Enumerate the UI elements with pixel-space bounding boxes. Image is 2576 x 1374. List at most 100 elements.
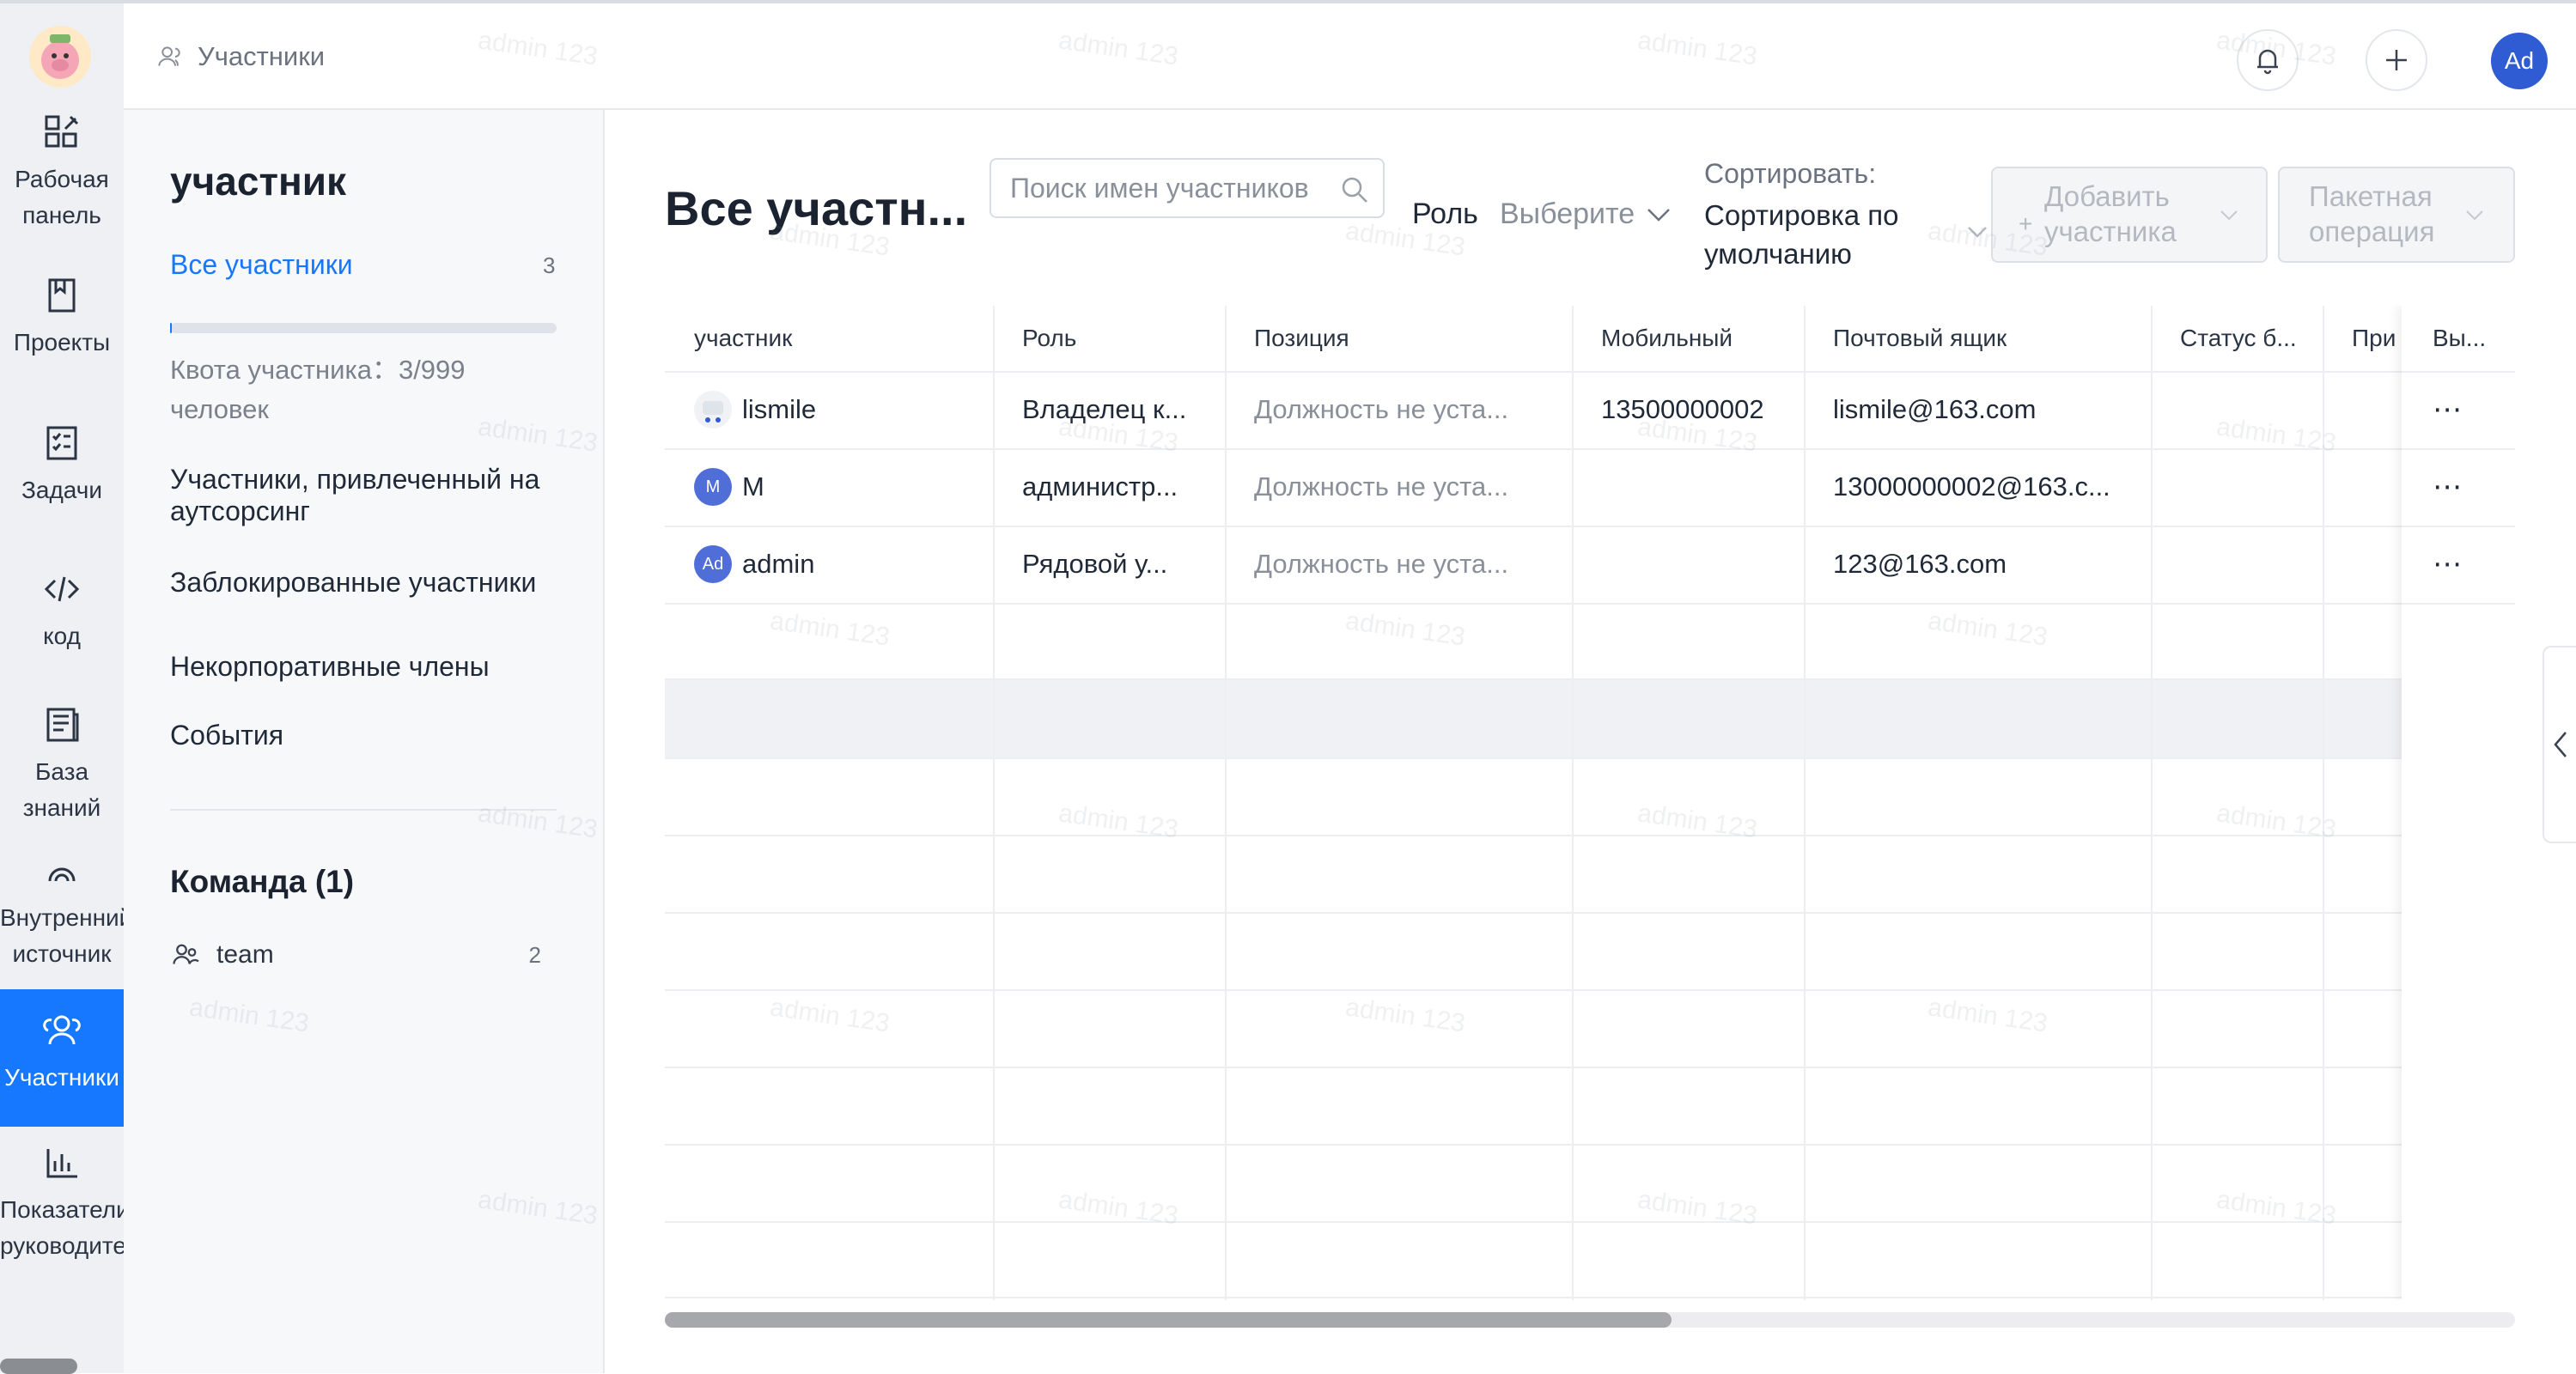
rail-item-dashboard[interactable]: Рабочая панель [0, 112, 124, 234]
column-header-role[interactable]: Роль [993, 306, 1225, 371]
team-name: team [216, 940, 274, 969]
divider [170, 809, 557, 811]
column-header-joined[interactable]: При [2323, 306, 2402, 371]
email-cell: 13000000002@163.c... [1833, 471, 2110, 502]
role-select[interactable]: Выберите [1500, 198, 1671, 231]
mobile-cell: 13500000002 [1601, 394, 1764, 424]
role-cell: Рядовой у... [1022, 549, 1168, 579]
all-members-link[interactable]: Все участники [170, 249, 353, 281]
mobile-cell [1601, 448, 1799, 526]
bell-icon [2257, 49, 2278, 75]
column-divider [993, 306, 995, 1300]
create-button[interactable] [2366, 29, 2427, 91]
robot-avatar-icon [694, 391, 732, 429]
sort-select[interactable]: Сортировка по умолчанию [1704, 196, 1979, 273]
column-header-email[interactable]: Почтовый ящик [1804, 306, 2151, 371]
batch-operation-label: Пакетная операция [2309, 180, 2435, 247]
more-actions-icon[interactable]: ⋯ [2433, 448, 2501, 526]
panel-title: участник [170, 159, 347, 204]
column-divider [2151, 306, 2153, 1300]
rail-item-projects[interactable]: Проекты [0, 275, 124, 361]
member-name: lismile [742, 394, 817, 424]
row-divider [665, 835, 2515, 836]
search-placeholder: Поиск имен участников [1010, 172, 1309, 204]
outsourced-members-link[interactable]: Участники, привлеченный на аутсорсинг [170, 464, 565, 527]
member-cell[interactable]: Ad admin [694, 526, 986, 603]
email-cell: 123@163.com [1833, 549, 2007, 579]
role-select-value: Выберите [1500, 198, 1635, 230]
rail-scrollbar[interactable] [0, 1359, 77, 1374]
page-title: Все участн... [665, 181, 968, 235]
rail-item-code[interactable]: код [0, 568, 124, 654]
row-divider [665, 603, 2515, 605]
user-avatar[interactable]: Ad [2491, 33, 2548, 89]
search-icon [1342, 177, 1367, 203]
row-divider [665, 1297, 2515, 1298]
chevron-down-icon [2220, 210, 2238, 221]
row-divider [665, 757, 2515, 759]
fixed-actions-column: Вы... ⋯ ⋯ ⋯ [2402, 306, 2515, 1300]
rail-item-label: Задачи [21, 477, 102, 503]
inner-source-icon [48, 867, 76, 882]
collapse-panel-toggle[interactable] [2543, 646, 2576, 843]
quota-text: Квота участника：3/999 человек [170, 355, 466, 424]
team-icon [173, 944, 199, 965]
breadcrumb: Участники [155, 38, 325, 76]
team-item[interactable]: team 2 [170, 936, 557, 974]
rail-item-label: Внутренний источник [0, 904, 124, 967]
all-members-count: 3 [543, 252, 556, 278]
plus-icon: + [2019, 210, 2033, 237]
add-member-button[interactable]: + Добавить участника [1991, 167, 2268, 263]
dashboard-icon [45, 115, 79, 148]
member-cell[interactable]: M M [694, 448, 986, 526]
position-cell: Должность не уста... [1254, 394, 1509, 424]
column-divider [1804, 306, 1806, 1300]
chevron-down-icon [1647, 208, 1671, 222]
row-divider [665, 912, 2515, 914]
rail-item-label: Участники [4, 1064, 119, 1091]
rail-item-label: Проекты [13, 329, 111, 356]
rail-item-inner-source[interactable]: Внутренний источник [0, 850, 124, 972]
non-corporate-members-link[interactable]: Некорпоративные члены [170, 651, 565, 683]
column-header-member[interactable]: участник [665, 306, 993, 371]
rail-item-metrics[interactable]: Показатели руководителя [0, 1142, 124, 1264]
app-logo[interactable] [29, 26, 91, 88]
row-divider [665, 989, 2515, 991]
rail-item-label: Показатели руководителя [0, 1196, 124, 1259]
column-header-position[interactable]: Позиция [1225, 306, 1572, 371]
rail-item-label: Рабочая панель [15, 166, 109, 228]
column-header-status[interactable]: Статус б... [2151, 306, 2323, 371]
member-name: admin [742, 549, 815, 579]
more-actions-icon[interactable]: ⋯ [2433, 371, 2501, 448]
role-filter-label: Роль [1412, 198, 1478, 230]
more-actions-icon[interactable]: ⋯ [2433, 526, 2501, 603]
chevron-down-icon[interactable] [1967, 225, 1988, 239]
table-scrollbar-thumb[interactable] [665, 1312, 1672, 1328]
rail-item-members[interactable]: Участники [0, 989, 124, 1127]
sort-label: Сортировать: [1704, 158, 1877, 189]
members-side-panel: участник Все участники 3 Квота участника… [124, 110, 605, 1373]
quota-progress-bar [170, 323, 557, 333]
row-divider [665, 1221, 2515, 1223]
member-avatar: Ad [694, 545, 732, 583]
rail-item-knowledge-base[interactable]: База знаний [0, 704, 124, 826]
left-navigation-rail: Рабочая панель Проекты Задачи код База з… [0, 3, 124, 1374]
blocked-members-link[interactable]: Заблокированные участники [170, 567, 565, 599]
search-input[interactable]: Поиск имен участников [990, 158, 1385, 218]
batch-operation-button[interactable]: Пакетная операция [2278, 167, 2515, 263]
members-icon [158, 46, 180, 66]
notifications-button[interactable] [2237, 29, 2299, 91]
top-header: Участники Ad [124, 3, 2576, 110]
rail-item-tasks[interactable]: Задачи [0, 423, 124, 508]
member-cell[interactable]: lismile [694, 371, 986, 448]
column-header-mobile[interactable]: Мобильный [1572, 306, 1804, 371]
chevron-left-icon [2553, 732, 2567, 757]
events-link[interactable]: События [170, 720, 565, 751]
column-header-actions[interactable]: Вы... [2402, 306, 2515, 371]
column-divider [1572, 306, 1574, 1300]
column-divider [1225, 306, 1227, 1300]
chevron-down-icon [2466, 210, 2483, 221]
projects-icon [48, 278, 76, 313]
role-cell: администр... [1022, 471, 1178, 502]
email-cell: lismile@163.com [1833, 394, 2037, 424]
